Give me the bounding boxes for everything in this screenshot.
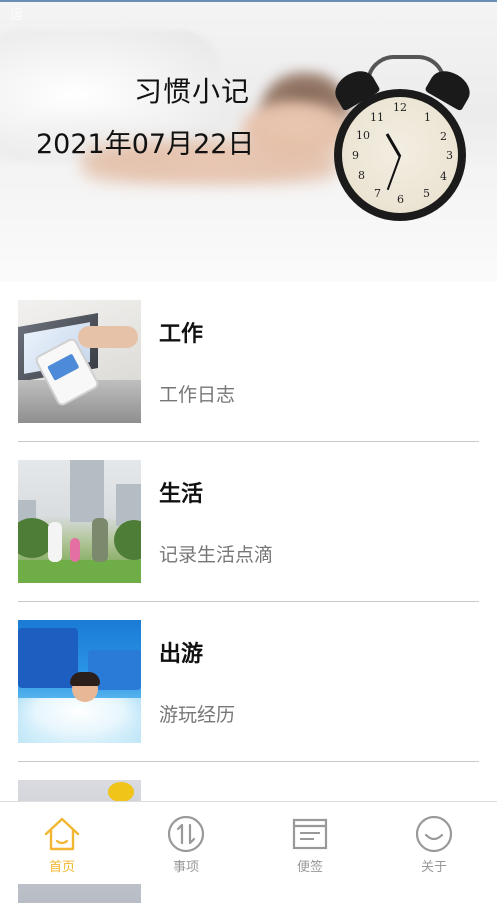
clock-number: 2 [440,130,447,143]
status-bar-line [0,0,497,2]
app-title: 习惯小记 [134,75,251,108]
tab-tasks[interactable]: 事项 [124,802,248,884]
person-shape [70,538,80,562]
clock-number: 11 [370,111,384,124]
child-shape [70,672,100,702]
tab-about[interactable]: 关于 [372,802,496,884]
tab-label: 首页 [48,860,75,875]
tree-shape [114,520,141,560]
status-bar-text: 运 [10,8,24,23]
swap-arrows-icon [167,815,205,853]
hero-banner: 运 12 1 2 3 4 5 6 7 8 9 10 11 习惯小记 2021年0… [0,0,497,282]
notepad-icon [292,818,328,850]
item-subtitle: 记录生活点滴 [159,544,274,566]
list-item-trip[interactable]: 出游 游玩经历 [18,602,479,762]
building-shape [70,460,104,522]
splash-shape [18,698,141,743]
tab-notes[interactable]: 便签 [248,802,372,884]
home-icon [44,817,80,851]
tab-label: 关于 [420,860,447,875]
bottom-tab-bar: 首页 事项 便签 关于 [0,801,497,884]
clock-number: 9 [352,149,359,162]
item-title: 工作 [159,322,204,347]
clock-number: 12 [393,101,407,114]
ball-shape [108,782,134,802]
clock-number: 5 [423,187,430,200]
item-subtitle: 工作日志 [159,384,236,406]
clock-number: 3 [446,149,453,162]
clock-number: 7 [374,187,381,200]
person-shape [92,518,108,562]
clock-number: 10 [356,129,370,142]
smile-icon [415,815,453,853]
item-title: 出游 [159,642,204,667]
trip-thumbnail [18,620,141,743]
alarm-clock-image: 12 1 2 3 4 5 6 7 8 9 10 11 [329,55,476,221]
list-item-work[interactable]: 工作 工作日志 [18,282,479,442]
life-thumbnail [18,460,141,583]
tab-label: 事项 [172,860,199,875]
item-subtitle: 游玩经历 [159,704,236,726]
clock-number: 1 [424,111,431,124]
clock-number: 4 [440,170,447,183]
current-date: 2021年07月22日 [36,129,255,160]
tab-label: 便签 [296,860,323,875]
clock-number: 8 [358,169,365,182]
grass-shape [18,560,141,583]
person-shape [48,522,62,562]
item-title: 生活 [159,482,204,507]
tab-home[interactable]: 首页 [0,802,124,884]
work-thumbnail [18,300,141,423]
list-item-life[interactable]: 生活 记录生活点滴 [18,442,479,602]
clock-number: 6 [397,193,404,206]
hand-shape [78,326,138,348]
slide-shape [18,628,78,688]
